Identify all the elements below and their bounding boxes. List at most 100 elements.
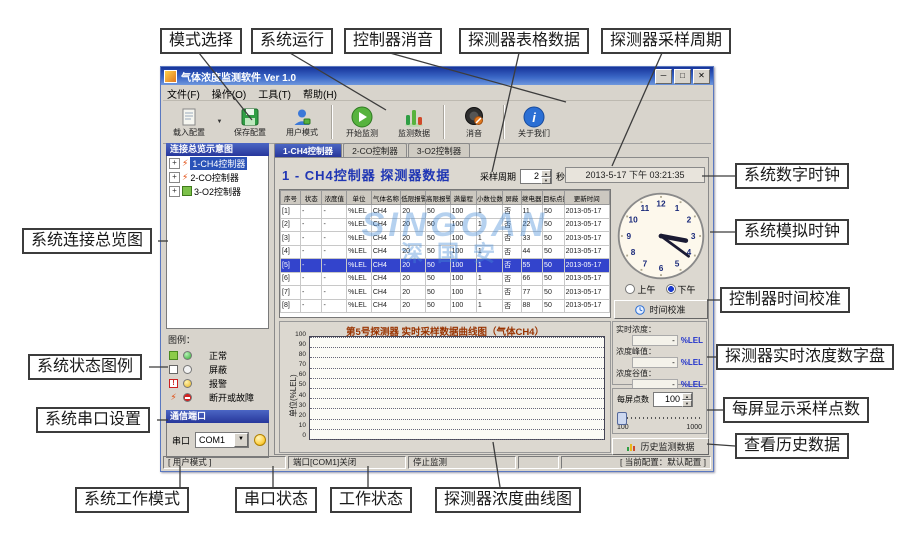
save-config-button[interactable]: 保存配置 [225,102,275,142]
table-row[interactable]: [4]--%LELCH420501001否44502013-05-17 [281,245,610,259]
user-mode-button[interactable]: 用户模式 [277,102,327,142]
connection-tree: + ⚡ 1-CH4控制器 + ⚡ 2-CO控制器 + 3-O2控制器 [166,156,269,329]
am-radio[interactable]: 上午 [625,283,655,296]
tab-ch4-controller[interactable]: 1-CH4控制器 [274,143,342,157]
normal-dot-icon [183,351,192,360]
sample-period-spinner[interactable]: 2 ▲▼ [520,169,552,184]
realtime-curve-chart: 第5号探测器 实时采样数据曲线图（气体CH4） 单位(%LEL) 1009080… [279,321,611,453]
callout-work-mode: 系统工作模式 [75,487,189,513]
table-header: 低限报警 [401,191,426,205]
chevron-down-icon[interactable]: ▼ [234,433,248,447]
alarm-square-icon: ! [169,379,178,388]
status-work-mode: [ 用户模式 ] [163,456,286,469]
toolbar-separator [331,105,333,139]
load-config-dropdown-icon[interactable]: ▼ [215,103,224,141]
svg-text:12: 12 [656,200,666,209]
svg-text:11: 11 [640,204,649,213]
menu-help[interactable]: 帮助(H) [303,86,337,101]
expander-icon[interactable]: + [169,158,180,169]
table-row[interactable]: [3]--%LELCH420501001否33502013-05-17 [281,232,610,246]
readout-valley: 浓度谷值： -%LEL [616,368,703,390]
title-bar[interactable]: 气体浓度监测软件 Ver 1.0 ─ □ ✕ [161,67,713,85]
slider-thumb[interactable] [617,412,627,425]
svg-text:9: 9 [626,232,631,241]
callout-serial-setting: 系统串口设置 [36,407,150,433]
svg-text:8: 8 [630,248,635,257]
menu-operate[interactable]: 操作(O) [212,86,246,101]
svg-text:5: 5 [674,260,679,269]
table-row[interactable]: [6]--%LELCH420501001否66502013-05-17 [281,272,610,286]
plot-area [309,336,605,440]
callout-analog-clock: 系统模拟时钟 [735,219,849,245]
history-data-button[interactable]: 历史监测数据 [612,438,709,455]
table-row[interactable]: [7]--%LELCH420501001否77502013-05-17 [281,286,610,300]
serial-port-select[interactable]: COM1 ▼ [195,432,249,448]
history-chart-icon [626,442,636,452]
slider-track [619,417,700,419]
status-legend: 图例： 正常 屏蔽 ! 报警 ⚡ [166,333,269,404]
callout-realtime-readout: 探测器实时浓度数字盘 [716,344,894,370]
expander-icon[interactable]: + [169,172,180,183]
figure-canvas: 模式选择 系统运行 控制器消音 探测器表格数据 探测器采样周期 系统连接总览图 … [0,0,924,538]
points-slider[interactable] [617,411,702,423]
pm-radio[interactable]: 下午 [666,283,696,296]
status-monitor-state: 停止监测 [408,456,516,469]
spin-down-icon[interactable]: ▼ [682,400,692,407]
readout-realtime: 实时浓度： -%LEL [616,324,703,346]
sample-period-label: 采样周期 [480,170,516,183]
alarm-state-icon: ⚡ [182,172,188,183]
tab-o2-controller[interactable]: 3-O2控制器 [408,143,470,157]
table-row[interactable]: [5]--%LELCH420501001否55502013-05-17 [281,259,610,273]
table-header: 序号 [281,191,301,205]
legend-item-fault: ⚡ 断开或故障 [166,390,269,404]
monitor-data-button[interactable]: 监测数据 [389,102,439,142]
tree-item-ch4-controller[interactable]: + ⚡ 1-CH4控制器 [167,156,268,170]
status-bar: [ 用户模式 ] 端口[COM1]关闭 停止监测 [ 当前配置：默认配置 ] [163,456,711,469]
table-header: 单位 [347,191,372,205]
spin-up-icon[interactable]: ▲ [682,393,692,400]
table-header: 更新时间 [564,191,609,205]
digital-clock: 2013-5-17 下午 03:21:35 [565,167,705,183]
callout-mode-select: 模式选择 [160,28,242,54]
table-row[interactable]: [1]--%LELCH420501001否11502013-05-17 [281,205,610,219]
controller-tabs: 1-CH4控制器 2-CO控制器 3-O2控制器 [274,143,709,157]
maximize-button[interactable]: □ [674,69,691,84]
legend-item-normal: 正常 [166,348,269,362]
spin-down-icon[interactable]: ▼ [541,177,551,184]
realtime-readout-panel: 实时浓度： -%LEL 浓度峰值： -%LEL 浓度谷值： -%LEL [612,321,707,385]
svg-text:7: 7 [642,260,647,269]
time-calibrate-button[interactable]: 时间校准 [614,300,708,319]
callout-status-legend: 系统状态图例 [28,354,142,380]
menu-tools[interactable]: 工具(T) [258,86,291,101]
points-spinner[interactable]: 100 ▲▼ [653,392,693,407]
about-button[interactable]: i 关于我们 [509,102,559,142]
start-monitor-button[interactable]: 开始监测 [337,102,387,142]
table-row[interactable]: [8]--%LELCH420501001否88502013-05-17 [281,299,610,313]
close-button[interactable]: ✕ [693,69,710,84]
status-current-config: [ 当前配置：默认配置 ] [561,456,711,469]
callout-curve-chart: 探测器浓度曲线图 [435,487,581,513]
table-header: 气体名称 [371,191,400,205]
toolbar-separator [503,105,505,139]
table-header: 高限报警 [425,191,450,205]
slider-min-label: 100 [617,424,629,431]
table-header: 目标点数 [543,191,565,205]
expander-icon[interactable]: + [169,186,180,197]
legend-item-masked: 屏蔽 [166,362,269,376]
callout-work-status: 工作状态 [330,487,412,513]
toolbar-separator [443,105,445,139]
callout-controller-mute: 控制器消音 [344,28,442,54]
svg-text:i: i [532,110,536,125]
tab-co-controller[interactable]: 2-CO控制器 [343,143,407,157]
legend-item-alarm: ! 报警 [166,376,269,390]
spin-up-icon[interactable]: ▲ [541,170,551,177]
minimize-button[interactable]: ─ [655,69,672,84]
menu-file[interactable]: 文件(F) [167,86,200,101]
tree-item-co-controller[interactable]: + ⚡ 2-CO控制器 [167,170,268,184]
table-row[interactable]: [2]--%LELCH420501001否22502013-05-17 [281,218,610,232]
load-config-button[interactable]: 载入配置 [164,102,214,142]
mute-button[interactable]: 消音 [449,102,499,142]
tree-item-o2-controller[interactable]: + 3-O2控制器 [167,184,268,198]
serial-port-panel: 通信端口 串口 COM1 ▼ [166,410,269,458]
analog-clock-block: 123456789101112 上午 下午 时间校 [613,188,708,319]
